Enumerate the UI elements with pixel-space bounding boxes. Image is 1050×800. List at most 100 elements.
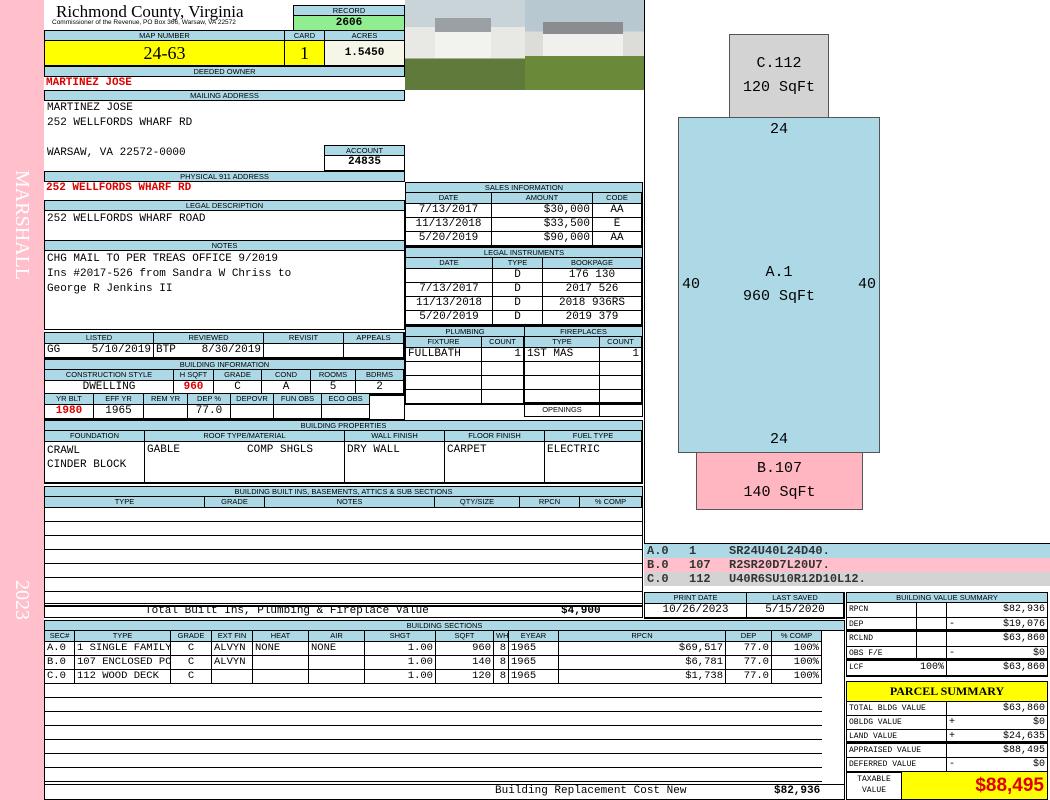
empty-cell (75, 698, 171, 712)
empty-cell (772, 768, 822, 782)
empty-cell (365, 684, 436, 698)
column-header: % COMP (772, 631, 822, 642)
eco-obs-header: ECO OBS (322, 394, 370, 405)
table-cell: 107 ENCLOSED PORCH (75, 656, 171, 670)
legend-sec: C.0 (647, 572, 669, 586)
eff-yr: 1965 (94, 405, 144, 419)
last-saved: 5/15/2020 (747, 604, 844, 618)
value-summary-row: RPCN $82,936 (847, 603, 1047, 618)
table-cell: FULLBATH (406, 348, 482, 362)
bdrms-header: BDRMS (356, 370, 404, 381)
revisit-header: REVISIT (264, 333, 344, 344)
empty-cell (309, 712, 365, 726)
empty-cell (75, 712, 171, 726)
empty-cell (205, 578, 265, 592)
table-cell: 11/13/2018 (406, 218, 492, 232)
parcel-summary-cell (947, 744, 969, 757)
empty-cell (212, 698, 253, 712)
eff-yr-header: EFF YR (94, 394, 144, 405)
empty-cell (75, 768, 171, 782)
roof-material: COMP SHGLS (247, 444, 314, 456)
area-id: B.107 (756, 460, 802, 477)
empty-cell (435, 578, 520, 592)
empty-cell (520, 536, 580, 550)
listed-header: LISTED (45, 333, 154, 344)
floor-finish: CARPET (445, 442, 545, 483)
column-header: COUNT (600, 337, 642, 348)
table-cell: 8 (494, 656, 509, 670)
table-cell (525, 376, 600, 390)
reviewed-cell: BTP 8/30/2019 (154, 344, 264, 358)
dep-pct: 77.0 (188, 405, 231, 419)
parcel-summary-cell: LAND VALUE (847, 730, 947, 743)
empty-cell (520, 522, 580, 536)
notes: CHG MAIL TO PER TREAS OFFICE 9/2019 Ins … (44, 250, 405, 330)
empty-cell (253, 684, 309, 698)
empty-cell (75, 740, 171, 754)
construction-style-header: CONSTRUCTION STYLE (45, 370, 174, 381)
empty-cell (580, 522, 642, 536)
table-cell: NONE (253, 642, 309, 656)
empty-cell (253, 754, 309, 768)
yr-blt-header: YR BLT (45, 394, 94, 405)
table-cell: 120 (436, 670, 494, 684)
parcel-summary-cell: $63,860 (1002, 703, 1045, 714)
empty-cell (205, 508, 265, 522)
fuel-type: ELECTRIC (545, 442, 642, 483)
sketch-legend: A.0 1 SR24U40L24D40. B.0 107 R2SR20D7L20U7. … (644, 543, 1050, 586)
empty-cell (253, 740, 309, 754)
empty-cell (45, 684, 75, 698)
column-header: AIR (309, 631, 365, 642)
empty-cell (365, 726, 436, 740)
column-header: COUNT (482, 337, 524, 348)
rem-yr-header: REM YR (144, 394, 188, 405)
table-cell: 1 SINGLE FAMILY (75, 642, 171, 656)
value-summary-cell: $63,860 (1002, 633, 1045, 645)
sketch-area: C.112 120 SqFt A.1 960 SqFt 24 24 40 40 B.… (644, 0, 1050, 543)
taxable-value-label: TAXABLE VALUE (846, 771, 902, 800)
empty-cell (171, 712, 212, 726)
column-header: WHGT (494, 631, 509, 642)
column-header: CODE (593, 193, 642, 204)
foundation: CRAWL CINDER BLOCK (45, 442, 145, 483)
value-summary-cell: OBS F/E (847, 646, 917, 661)
empty-cell (520, 508, 580, 522)
value-summary-cell: LCF (849, 663, 864, 673)
empty-cell (772, 684, 822, 698)
empty-cell (509, 754, 559, 768)
district-label: MARSHALL (11, 170, 33, 281)
empty-cell (772, 740, 822, 754)
parcel-summary-cell: TOTAL BLDG VALUE (847, 702, 947, 715)
mailing-address-label: MAILING ADDRESS (44, 90, 405, 101)
table-cell: 5/20/2019 (406, 232, 492, 246)
table-cell: 77.0 (726, 656, 772, 670)
empty-cell (435, 508, 520, 522)
empty-cell (435, 550, 520, 564)
column-header: AMOUNT (492, 193, 593, 204)
empty-cell (435, 536, 520, 550)
hsqft-header: H SQFT (174, 370, 214, 381)
parcel-summary-cell: + (949, 717, 956, 728)
value-summary-cell: DEP (847, 617, 917, 632)
legend-row-c: C.0 112 U40R6SU10R12D10L12. (644, 572, 1050, 586)
empty-cell (726, 726, 772, 740)
roof: GABLE COMP SHGLS (145, 442, 345, 483)
table-cell: 7/13/2017 (406, 204, 492, 218)
table-cell: 112 WOOD DECK (75, 670, 171, 684)
listed-date: 5/10/2019 (91, 344, 151, 356)
depovr (231, 405, 274, 419)
built-ins-total: $4,900 (561, 605, 601, 617)
value-summary-cell (917, 603, 947, 617)
mailing-address: MARTINEZ JOSE 252 WELLFORDS WHARF RD WAR… (47, 101, 192, 161)
table-cell: C (171, 656, 212, 670)
dim-right: 40 (857, 276, 876, 293)
openings-label: OPENINGS (524, 402, 600, 417)
value-summary-cell (947, 603, 969, 617)
empty-cell (494, 740, 509, 754)
empty-cell (436, 684, 494, 698)
column-header: RPCN (520, 497, 580, 508)
empty-cell (436, 712, 494, 726)
table-cell (482, 362, 524, 376)
column-header: DATE (406, 258, 493, 269)
parcel-summary-cell (947, 702, 969, 715)
